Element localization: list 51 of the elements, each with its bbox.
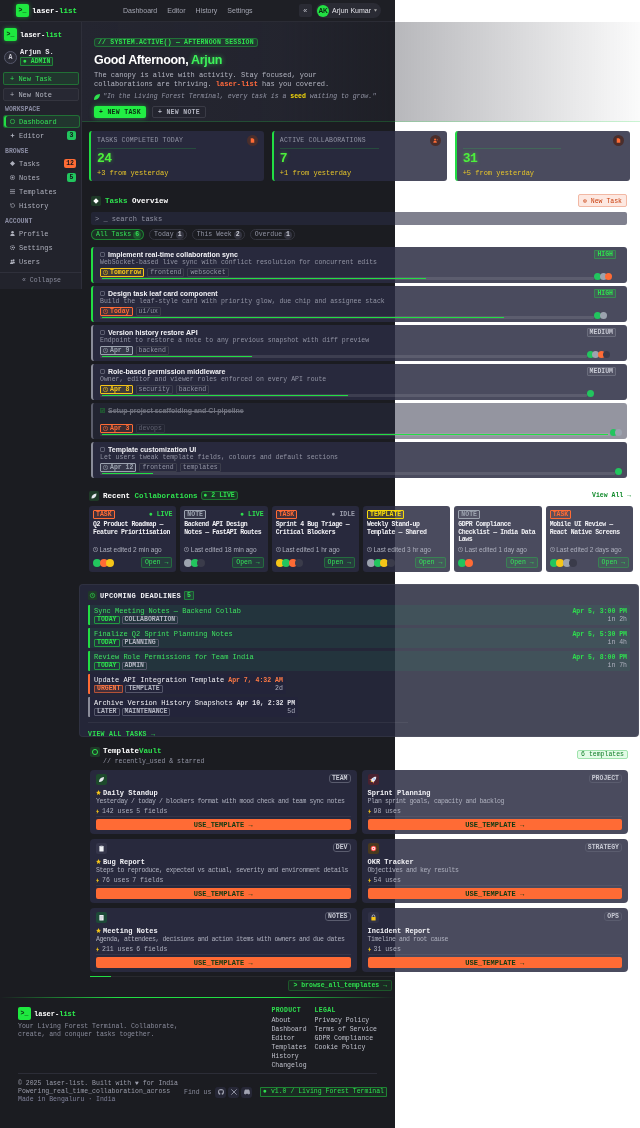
clock-icon — [103, 425, 108, 431]
diamond-icon — [91, 195, 101, 206]
lightning-icon — [96, 946, 99, 952]
social-button[interactable] — [228, 1086, 240, 1098]
clock-icon — [103, 308, 108, 314]
clock-icon — [549, 547, 555, 552]
lightning-icon — [367, 808, 371, 814]
discord-icon — [243, 1089, 250, 1095]
clock-icon — [88, 591, 97, 600]
lightning-icon — [96, 808, 99, 814]
user-icon — [10, 231, 15, 236]
add-user-icon — [430, 135, 442, 146]
history-icon — [10, 203, 15, 208]
settings-icon — [10, 245, 15, 250]
leaf-icon — [94, 94, 100, 100]
x-logo-icon — [230, 1089, 237, 1095]
users-icon — [10, 259, 15, 264]
lightning-icon — [96, 877, 99, 883]
lightning-icon — [367, 877, 371, 883]
checkbox[interactable] — [100, 330, 105, 335]
github-icon — [217, 1089, 224, 1095]
checkbox[interactable] — [100, 369, 105, 374]
ring-icon — [90, 747, 100, 757]
lightning-icon — [367, 946, 371, 952]
checkbox[interactable] — [100, 252, 105, 257]
checkbox[interactable] — [100, 447, 105, 452]
sparkle-icon — [10, 133, 15, 138]
leaf-icon — [89, 490, 99, 501]
stat-value: 24 — [97, 152, 112, 166]
clock-icon — [275, 547, 281, 552]
clock-icon — [103, 269, 108, 275]
clock-icon — [103, 386, 108, 392]
document-icon — [247, 135, 259, 146]
clock-icon — [184, 547, 190, 552]
social-button[interactable] — [215, 1086, 227, 1098]
clock-icon — [103, 464, 108, 470]
clock-icon — [103, 347, 108, 353]
social-button[interactable] — [241, 1086, 253, 1098]
list-icon — [10, 189, 15, 194]
caret-icon — [374, 9, 377, 12]
stat-value: 7 — [279, 152, 288, 166]
checkbox[interactable] — [100, 291, 105, 296]
greeting-heading: Good Afternoon, Arjun — [94, 52, 223, 68]
document-icon — [613, 135, 624, 146]
clock-icon — [367, 547, 372, 552]
ring-icon — [10, 119, 15, 124]
target-icon — [10, 175, 15, 180]
stat-value: 31 — [462, 152, 478, 166]
diamond-icon — [10, 161, 15, 166]
clock-icon — [458, 547, 464, 552]
clock-icon — [93, 547, 98, 552]
